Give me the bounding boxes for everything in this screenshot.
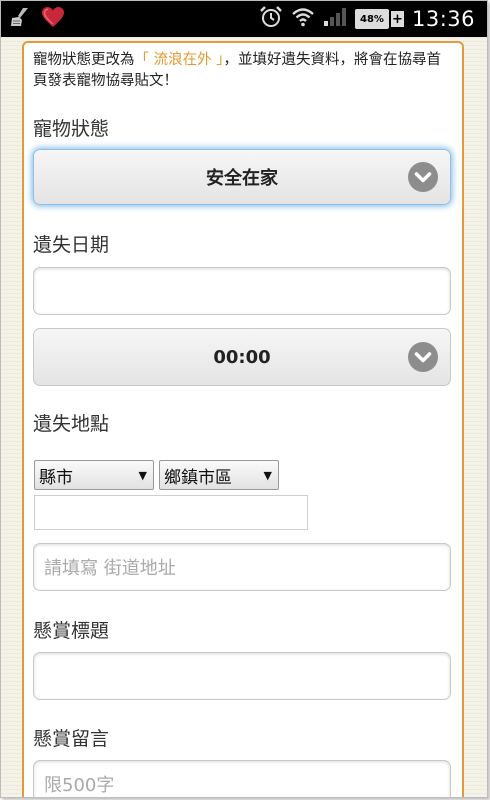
- heart-icon: [41, 6, 65, 32]
- lost-date-label: 遺失日期: [33, 234, 110, 256]
- alarm-clock-icon: [259, 5, 283, 33]
- pet-status-label: 寵物狀態: [33, 118, 110, 140]
- reward-message-textarea[interactable]: 限500字: [33, 760, 451, 797]
- clock: 13:36: [411, 7, 475, 31]
- signal-icon: [323, 7, 347, 31]
- lost-pet-form-panel: 寵物狀態更改為「 流浪在外 」，並填好遺失資料，將會在協尋首頁發表寵物協尋貼文！…: [22, 41, 464, 797]
- lost-date-input[interactable]: [33, 267, 451, 315]
- zip-code-input[interactable]: [34, 495, 308, 530]
- broom-icon: [9, 7, 31, 31]
- system-icons: 48% + 13:36: [259, 6, 475, 32]
- pet-status-value: 安全在家: [206, 168, 278, 189]
- reward-message-placeholder: 限500字: [44, 775, 115, 796]
- lost-location-label: 遺失地點: [33, 413, 110, 435]
- status-bar: 48% + 13:36: [1, 1, 487, 37]
- dropdown-triangle-icon: ▼: [138, 469, 147, 482]
- dropdown-triangle-icon: ▼: [263, 469, 272, 482]
- chevron-down-icon: [408, 162, 438, 192]
- notification-icons: [9, 6, 65, 32]
- intro-text-before: 寵物狀態更改為: [33, 52, 135, 68]
- lost-time-value: 00:00: [213, 346, 271, 368]
- chevron-down-icon: [408, 342, 438, 372]
- town-select-value: 鄉鎮市區: [164, 467, 232, 488]
- battery-icon: 48%: [354, 9, 389, 29]
- street-address-input[interactable]: 請填寫 街道地址: [33, 543, 451, 591]
- reward-message-label: 懸賞留言: [33, 728, 110, 750]
- reward-title-label: 懸賞標題: [33, 620, 110, 642]
- intro-highlight: 「 流浪在外 」: [134, 52, 224, 68]
- pet-status-select[interactable]: 安全在家: [33, 149, 451, 205]
- battery-percent: 48%: [360, 13, 384, 25]
- street-address-placeholder: 請填寫 街道地址: [44, 558, 176, 579]
- app-screen: 48% + 13:36 寵物狀態更改為「 流浪在外 」，並填好遺失資料，將會在協…: [0, 0, 488, 798]
- wifi-icon: [291, 7, 315, 31]
- reward-title-input[interactable]: [33, 652, 451, 700]
- county-select-value: 縣市: [39, 467, 73, 488]
- lost-time-select[interactable]: 00:00: [33, 328, 451, 386]
- intro-text: 寵物狀態更改為「 流浪在外 」，並填好遺失資料，將會在協尋首頁發表寵物協尋貼文！: [33, 50, 453, 92]
- county-select[interactable]: 縣市 ▼: [34, 460, 154, 490]
- town-select[interactable]: 鄉鎮市區 ▼: [159, 460, 279, 490]
- charging-plus-icon: +: [390, 11, 404, 27]
